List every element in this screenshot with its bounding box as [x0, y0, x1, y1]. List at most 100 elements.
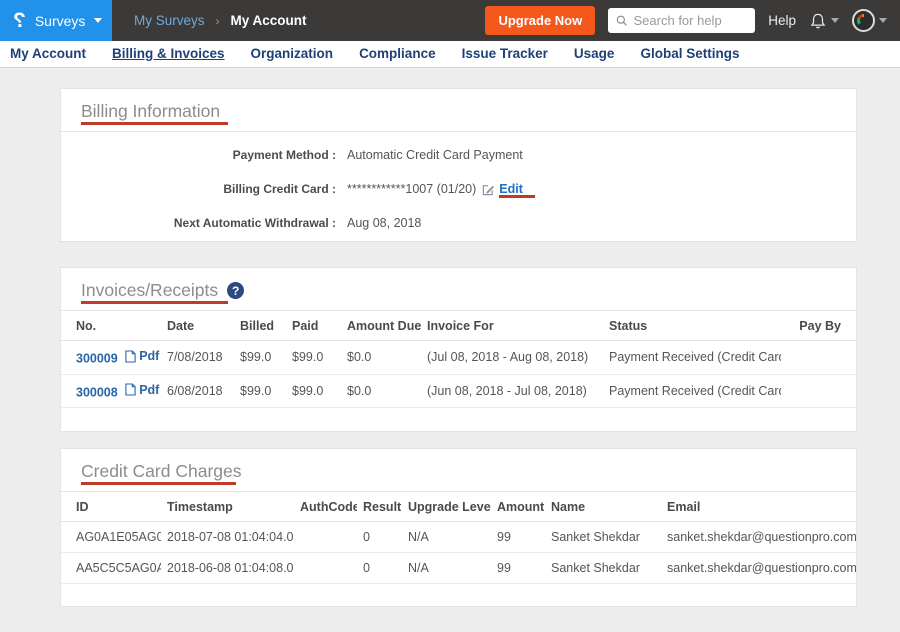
notifications-menu[interactable] [809, 12, 839, 30]
table-row: 300009 Pdf 7/08/2018 $99.0 $99.0 $0.0 (J… [61, 341, 856, 375]
tab-issue-tracker[interactable]: Issue Tracker [462, 46, 548, 61]
help-question-icon[interactable]: ? [227, 282, 244, 299]
help-search-box[interactable] [608, 8, 755, 33]
charge-id: AG0A1E05AG0A [61, 522, 161, 553]
invoice-for: (Jun 08, 2018 - Jul 08, 2018) [421, 374, 603, 408]
billing-information-body: Payment Method : Automatic Credit Card P… [61, 132, 856, 240]
col-status: Status [603, 311, 781, 341]
invoices-table: No. Date Billed Paid Amount Due Invoice … [61, 311, 856, 408]
invoice-date: 6/08/2018 [161, 374, 234, 408]
charge-amount: 99 [491, 553, 545, 584]
section-title-billing-information: Billing Information [81, 101, 220, 121]
col-authcode: AuthCode [294, 492, 357, 522]
col-date: Date [161, 311, 234, 341]
invoice-billed: $99.0 [234, 341, 286, 375]
edit-card-link[interactable]: Edit [499, 172, 523, 206]
charge-result: 0 [357, 553, 402, 584]
annotation-underline [81, 482, 236, 485]
charge-authcode [294, 553, 357, 584]
col-result: Result [357, 492, 402, 522]
chevron-down-icon [831, 18, 839, 23]
edit-card-action: Edit [482, 172, 523, 206]
top-bar-actions: Upgrade Now Help [485, 6, 900, 35]
col-paid: Paid [286, 311, 341, 341]
invoices-table-header-row: No. Date Billed Paid Amount Due Invoice … [61, 311, 856, 341]
charge-id: AA5C5C5AG0A [61, 553, 161, 584]
billing-credit-card-value: ************1007 (01/20) [347, 172, 476, 206]
tab-my-account[interactable]: My Account [10, 46, 86, 61]
payment-method-value: Automatic Credit Card Payment [347, 138, 523, 172]
col-timestamp: Timestamp [161, 492, 294, 522]
product-switcher[interactable]: ? Surveys [0, 0, 112, 41]
col-no: No. [61, 311, 161, 341]
tab-compliance[interactable]: Compliance [359, 46, 436, 61]
tab-global-settings[interactable]: Global Settings [640, 46, 739, 61]
invoice-amount-due: $0.0 [341, 374, 421, 408]
invoice-pdf-link[interactable]: Pdf [125, 383, 159, 397]
invoice-number-link[interactable]: 300009 [76, 352, 118, 366]
invoice-paid: $99.0 [286, 374, 341, 408]
col-invoice-for: Invoice For [421, 311, 603, 341]
main-content: Billing Information Payment Method : Aut… [0, 68, 900, 632]
help-link[interactable]: Help [768, 13, 796, 28]
next-withdrawal-row: Next Automatic Withdrawal : Aug 08, 2018 [61, 206, 856, 240]
account-nav-tabs: My Account Billing & Invoices Organizati… [0, 41, 900, 68]
invoice-paid: $99.0 [286, 341, 341, 375]
upgrade-now-button[interactable]: Upgrade Now [485, 6, 595, 35]
invoice-billed: $99.0 [234, 374, 286, 408]
table-row: AG0A1E05AG0A 2018-07-08 01:04:04.0 0 N/A… [61, 522, 856, 553]
section-title-invoices-receipts: Invoices/Receipts [81, 280, 218, 300]
annotation-underline [81, 122, 228, 125]
top-bar: ? Surveys My Surveys › My Account Upgrad… [0, 0, 900, 41]
breadcrumb: My Surveys › My Account [134, 13, 307, 28]
chevron-down-icon [94, 18, 102, 23]
search-input[interactable] [634, 13, 748, 28]
charge-name: Sanket Shekdar [545, 553, 661, 584]
account-menu[interactable] [852, 9, 887, 32]
charge-upgrade-level: N/A [402, 553, 491, 584]
billing-credit-card-row: Billing Credit Card : ************1007 (… [61, 172, 856, 206]
billing-credit-card-label: Billing Credit Card : [61, 172, 336, 206]
col-email: Email [661, 492, 856, 522]
invoice-status: Payment Received (Credit Card) [603, 341, 781, 375]
section-title-credit-card-charges: Credit Card Charges [81, 461, 241, 481]
charge-name: Sanket Shekdar [545, 522, 661, 553]
charge-upgrade-level: N/A [402, 522, 491, 553]
col-pay-by: Pay By [781, 311, 856, 341]
charge-authcode [294, 522, 357, 553]
invoice-pay-by [781, 341, 856, 375]
invoice-date: 7/08/2018 [161, 341, 234, 375]
payment-method-row: Payment Method : Automatic Credit Card P… [61, 138, 856, 172]
invoice-for: (Jul 08, 2018 - Aug 08, 2018) [421, 341, 603, 375]
charge-result: 0 [357, 522, 402, 553]
charge-timestamp: 2018-07-08 01:04:04.0 [161, 522, 294, 553]
chevron-down-icon [879, 18, 887, 23]
next-withdrawal-value: Aug 08, 2018 [347, 206, 421, 240]
payment-method-label: Payment Method : [61, 138, 336, 172]
invoice-number-link[interactable]: 300008 [76, 385, 118, 399]
col-billed: Billed [234, 311, 286, 341]
tab-organization[interactable]: Organization [251, 46, 334, 61]
credit-card-charges-card: Credit Card Charges ID Timestamp AuthCod… [60, 448, 857, 607]
credit-card-charges-header: Credit Card Charges [61, 449, 856, 492]
invoice-pdf-link[interactable]: Pdf [125, 349, 159, 363]
invoice-status: Payment Received (Credit Card) [603, 374, 781, 408]
annotation-underline [499, 195, 535, 198]
tab-billing-invoices[interactable]: Billing & Invoices [112, 46, 225, 61]
charge-email: sanket.shekdar@questionpro.com [661, 553, 856, 584]
table-row: 300008 Pdf 6/08/2018 $99.0 $99.0 $0.0 (J… [61, 374, 856, 408]
charge-email: sanket.shekdar@questionpro.com [661, 522, 856, 553]
charges-table: ID Timestamp AuthCode Result Upgrade Lev… [61, 492, 856, 584]
invoice-pay-by [781, 374, 856, 408]
avatar [852, 9, 875, 32]
col-id: ID [61, 492, 161, 522]
pdf-file-icon [125, 350, 136, 363]
billing-information-header: Billing Information [61, 89, 856, 132]
col-amount: Amount [491, 492, 545, 522]
edit-pencil-icon [482, 183, 495, 196]
tab-usage[interactable]: Usage [574, 46, 615, 61]
charge-timestamp: 2018-06-08 01:04:08.0 [161, 553, 294, 584]
breadcrumb-parent[interactable]: My Surveys [134, 13, 205, 28]
product-switcher-label: Surveys [35, 13, 86, 29]
charge-amount: 99 [491, 522, 545, 553]
